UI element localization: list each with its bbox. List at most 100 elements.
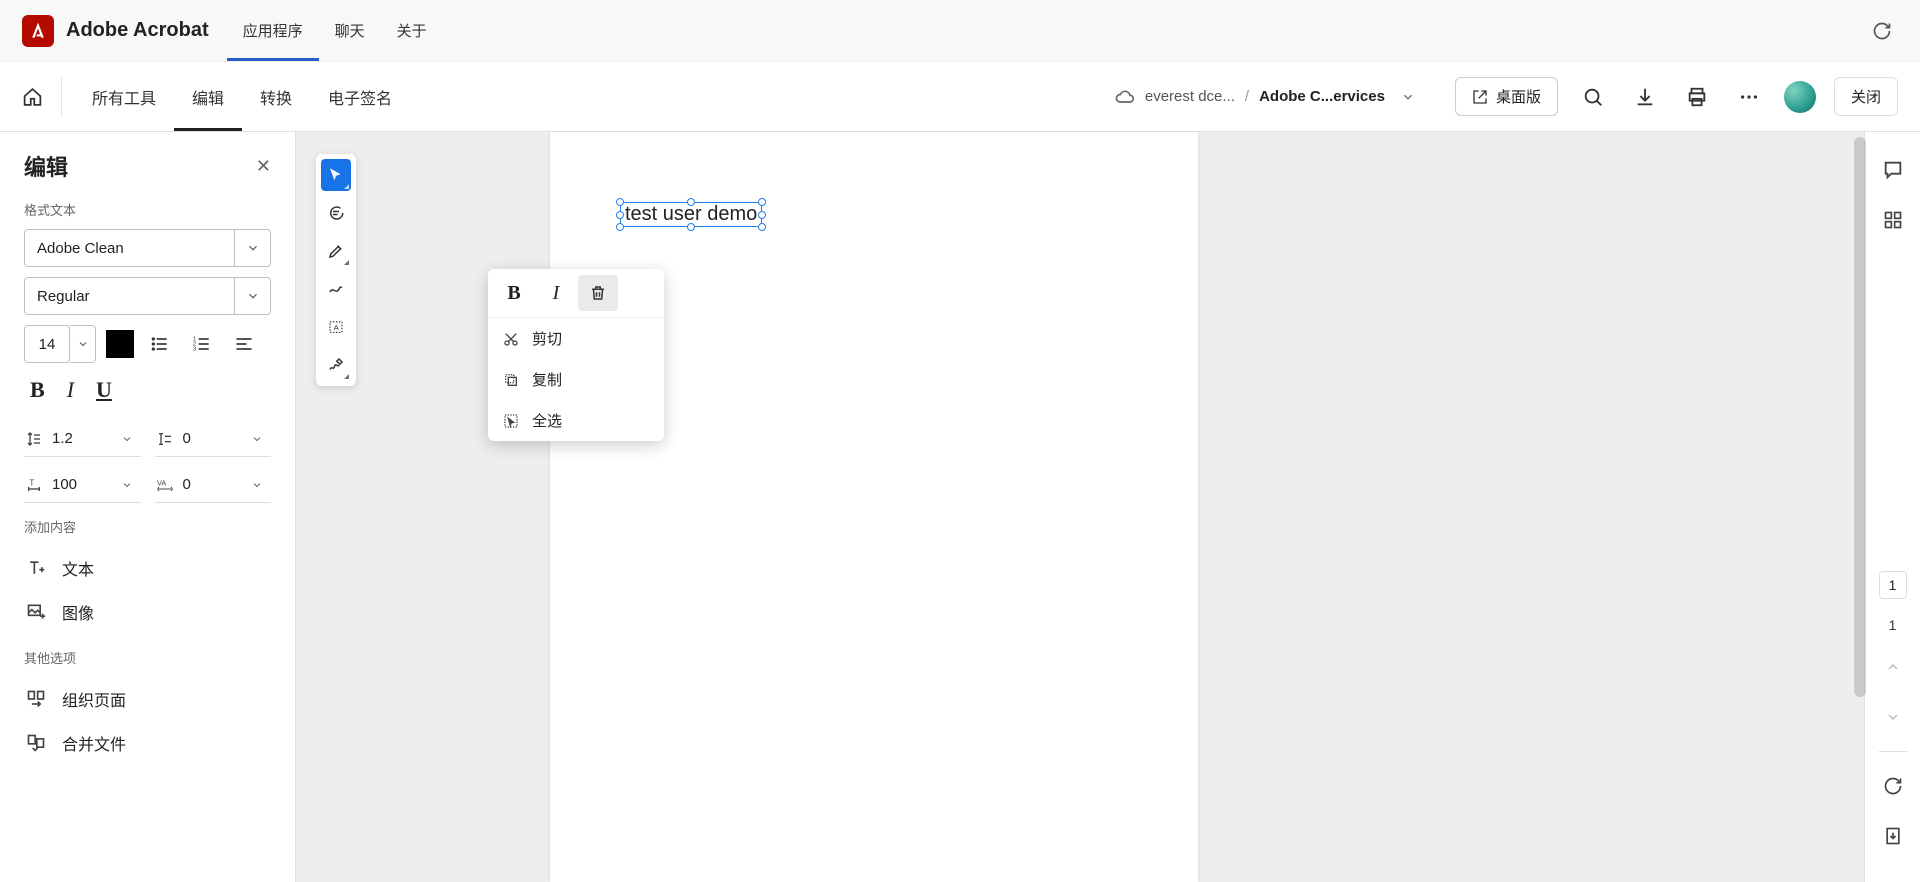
chevron-down-icon[interactable]: [234, 230, 270, 266]
right-actions: 桌面版 关闭: [1455, 77, 1898, 116]
bullet-list-button[interactable]: [144, 328, 176, 360]
page-scrollbar[interactable]: [1854, 137, 1866, 697]
page-up-button[interactable]: [1877, 651, 1909, 683]
add-image-button[interactable]: 图像: [24, 590, 271, 634]
document-page[interactable]: test user demo: [550, 132, 1198, 882]
refresh-button[interactable]: [1866, 15, 1898, 47]
page-current-input[interactable]: 1: [1879, 571, 1907, 599]
font-size-dropdown[interactable]: [70, 325, 96, 363]
app-header: Adobe Acrobat 应用程序 聊天 关于: [0, 0, 1920, 62]
right-rail: 1 1: [1864, 132, 1920, 882]
thumbnails-button[interactable]: [1877, 204, 1909, 236]
sub-tab-convert[interactable]: 转换: [242, 62, 310, 131]
underline-button[interactable]: U: [96, 377, 112, 403]
download-button[interactable]: [1628, 80, 1662, 114]
print-button[interactable]: [1680, 80, 1714, 114]
paragraph-spacing-value: 0: [181, 430, 246, 447]
edit-panel-title: 编辑: [24, 150, 68, 182]
resize-handle[interactable]: [616, 198, 624, 206]
user-avatar[interactable]: [1784, 81, 1816, 113]
resize-handle[interactable]: [616, 223, 624, 231]
ctx-select-all[interactable]: 全选: [488, 400, 664, 441]
chevron-down-icon[interactable]: [251, 479, 271, 491]
kerning-control[interactable]: VA 0: [155, 467, 272, 503]
char-spacing-icon: T: [24, 477, 44, 493]
font-size-input[interactable]: 14: [24, 325, 70, 363]
ctx-cut[interactable]: 剪切: [488, 318, 664, 359]
comments-panel-button[interactable]: [1877, 154, 1909, 186]
kerning-value: 0: [181, 476, 246, 493]
sub-tab-all-tools[interactable]: 所有工具: [74, 62, 174, 131]
chevron-down-icon[interactable]: [1401, 90, 1415, 104]
highlight-tool[interactable]: [321, 235, 351, 267]
ctx-copy[interactable]: 复制: [488, 359, 664, 400]
resize-handle[interactable]: [687, 223, 695, 231]
resize-handle[interactable]: [758, 211, 766, 219]
home-button[interactable]: [22, 77, 62, 117]
resize-handle[interactable]: [616, 211, 624, 219]
comment-tool[interactable]: [321, 197, 351, 229]
copy-icon: [502, 371, 520, 389]
text-color-swatch[interactable]: [106, 330, 134, 358]
selected-text-box[interactable]: test user demo: [620, 202, 762, 227]
add-text-label: 文本: [62, 556, 94, 580]
resize-handle[interactable]: [758, 198, 766, 206]
kerning-icon: VA: [155, 477, 175, 493]
search-button[interactable]: [1576, 80, 1610, 114]
add-text-button[interactable]: 文本: [24, 546, 271, 590]
ctx-delete-button[interactable]: [578, 275, 618, 311]
sub-tabs: 所有工具 编辑 转换 电子签名: [74, 62, 410, 131]
ctx-italic-button[interactable]: I: [536, 275, 576, 311]
ctx-bold-button[interactable]: B: [494, 275, 534, 311]
app-title: Adobe Acrobat: [66, 19, 209, 42]
font-family-select[interactable]: Adobe Clean: [24, 229, 271, 267]
cut-icon: [502, 330, 520, 348]
line-height-icon: [24, 431, 44, 447]
organize-pages-label: 组织页面: [62, 687, 126, 711]
bold-button[interactable]: B: [30, 377, 45, 403]
chevron-down-icon[interactable]: [121, 479, 141, 491]
char-spacing-control[interactable]: T 100: [24, 467, 141, 503]
acrobat-logo: [22, 15, 54, 47]
line-height-value: 1.2: [50, 430, 115, 447]
font-weight-select[interactable]: Regular: [24, 277, 271, 315]
open-desktop-button[interactable]: 桌面版: [1455, 77, 1558, 116]
canvas[interactable]: A test user demo: [296, 132, 1864, 882]
fit-page-button[interactable]: [1877, 820, 1909, 852]
header-tab-about[interactable]: 关于: [381, 0, 443, 61]
chevron-down-icon[interactable]: [234, 278, 270, 314]
paragraph-spacing-icon: [155, 431, 175, 447]
italic-button[interactable]: I: [67, 377, 74, 403]
line-height-control[interactable]: 1.2: [24, 421, 141, 457]
close-document-button[interactable]: 关闭: [1834, 77, 1898, 116]
text-select-tool[interactable]: A: [321, 311, 351, 343]
numbered-list-button[interactable]: 123: [186, 328, 218, 360]
floating-toolbar: A: [316, 154, 356, 386]
align-button[interactable]: [228, 328, 260, 360]
toolbar: 所有工具 编辑 转换 电子签名 everest dce... / Adobe C…: [0, 62, 1920, 132]
combine-files-button[interactable]: 合并文件: [24, 721, 271, 765]
context-menu: B I 剪切 复制 全选: [488, 269, 664, 441]
chevron-down-icon[interactable]: [121, 433, 141, 445]
paragraph-spacing-control[interactable]: 0: [155, 421, 272, 457]
header-tab-apps[interactable]: 应用程序: [227, 0, 319, 61]
more-button[interactable]: [1732, 80, 1766, 114]
sign-tool[interactable]: [321, 349, 351, 381]
organize-pages-button[interactable]: 组织页面: [24, 677, 271, 721]
chevron-down-icon[interactable]: [251, 433, 271, 445]
add-image-icon: [24, 600, 48, 624]
main-area: 编辑 ✕ 格式文本 Adobe Clean Regular 14 123: [0, 132, 1920, 882]
breadcrumb-folder[interactable]: everest dce...: [1145, 88, 1235, 105]
select-tool[interactable]: [321, 159, 351, 191]
combine-files-label: 合并文件: [62, 731, 126, 755]
close-panel-button[interactable]: ✕: [256, 156, 271, 177]
rotate-button[interactable]: [1877, 770, 1909, 802]
sub-tab-edit[interactable]: 编辑: [174, 62, 242, 131]
char-spacing-value: 100: [50, 476, 115, 493]
breadcrumb-current[interactable]: Adobe C...ervices: [1259, 88, 1385, 105]
page-down-button[interactable]: [1877, 701, 1909, 733]
draw-tool[interactable]: [321, 273, 351, 305]
resize-handle[interactable]: [758, 223, 766, 231]
sub-tab-sign[interactable]: 电子签名: [310, 62, 410, 131]
header-tab-chat[interactable]: 聊天: [319, 0, 381, 61]
